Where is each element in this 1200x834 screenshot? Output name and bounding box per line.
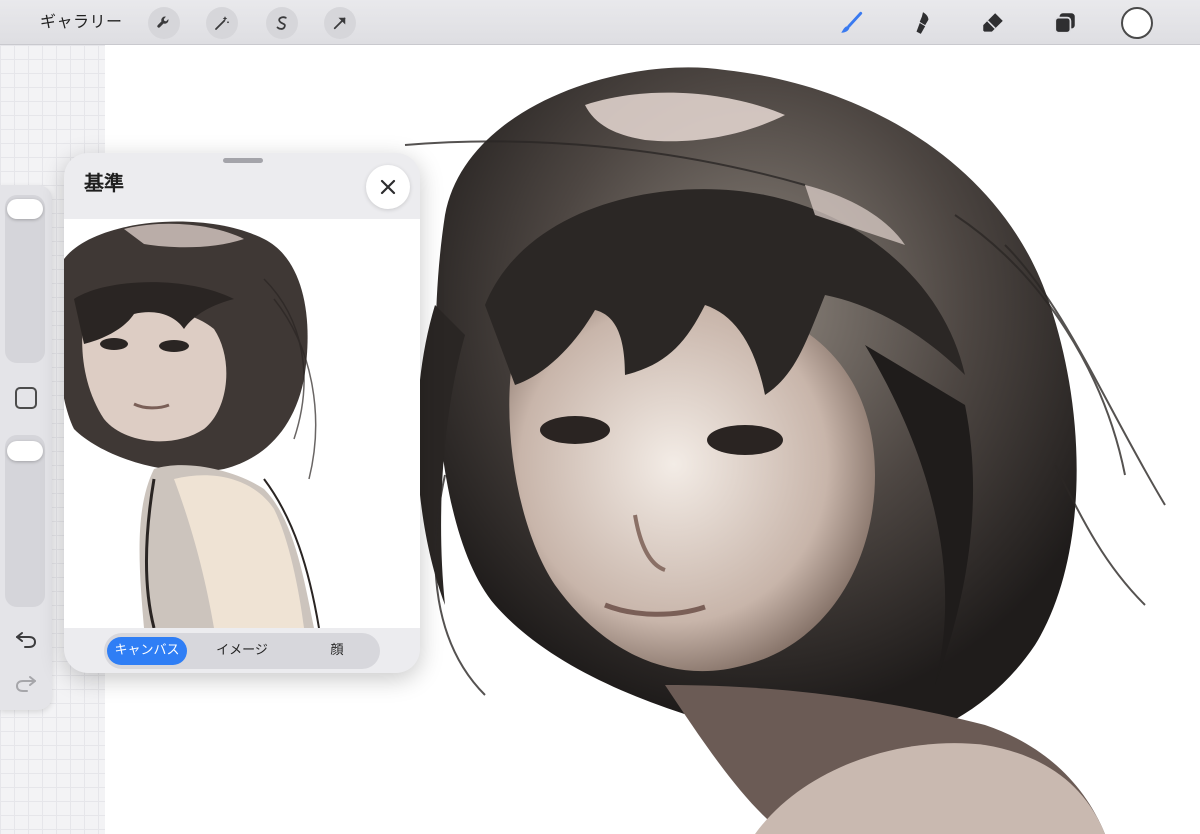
undo-icon xyxy=(16,632,37,648)
close-icon xyxy=(380,179,396,195)
tab-canvas[interactable]: キャンバス xyxy=(107,637,187,665)
magic-wand-icon xyxy=(215,16,229,30)
redo-button[interactable] xyxy=(12,669,40,697)
reference-image xyxy=(64,219,420,628)
eraser-icon xyxy=(983,13,1003,32)
selection-button[interactable] xyxy=(266,7,298,39)
brush-tool-button[interactable] xyxy=(834,6,868,40)
color-picker-button[interactable] xyxy=(1121,7,1153,39)
reference-thumbnail xyxy=(64,219,420,628)
transform-arrow-icon xyxy=(333,17,346,30)
left-sidebar xyxy=(0,185,52,710)
smudge-tool-button[interactable] xyxy=(906,6,940,40)
tab-face[interactable]: 顔 xyxy=(297,637,377,665)
undo-button[interactable] xyxy=(12,625,40,653)
modify-button[interactable] xyxy=(15,387,37,409)
opacity-slider[interactable] xyxy=(5,435,45,607)
layers-button[interactable] xyxy=(1048,6,1082,40)
close-button[interactable] xyxy=(366,165,410,209)
smudge-icon xyxy=(916,12,929,34)
procreate-app: ギャラリー 基準 キャンバス イメージ 顔 xyxy=(0,0,1200,834)
reference-title: 基準 xyxy=(84,171,124,195)
reference-mode-segmented-control: キャンバス イメージ 顔 xyxy=(104,633,380,669)
wrench-icon xyxy=(157,16,169,28)
drag-handle[interactable] xyxy=(223,158,263,163)
tab-image[interactable]: イメージ xyxy=(200,637,284,665)
brush-icon xyxy=(841,11,863,33)
eraser-tool-button[interactable] xyxy=(976,6,1010,40)
actions-wrench-button[interactable] xyxy=(148,7,180,39)
top-toolbar: ギャラリー xyxy=(0,0,1200,45)
selection-icon xyxy=(276,16,287,30)
brush-size-thumb[interactable] xyxy=(7,199,43,219)
opacity-thumb[interactable] xyxy=(7,441,43,461)
transform-button[interactable] xyxy=(324,7,356,39)
gallery-button[interactable]: ギャラリー xyxy=(40,10,123,34)
layers-icon xyxy=(1054,13,1075,34)
reference-panel[interactable]: 基準 キャンバス イメージ 顔 xyxy=(64,153,420,673)
brush-size-slider[interactable] xyxy=(5,195,45,363)
adjustments-button[interactable] xyxy=(206,7,238,39)
redo-icon xyxy=(15,676,36,692)
